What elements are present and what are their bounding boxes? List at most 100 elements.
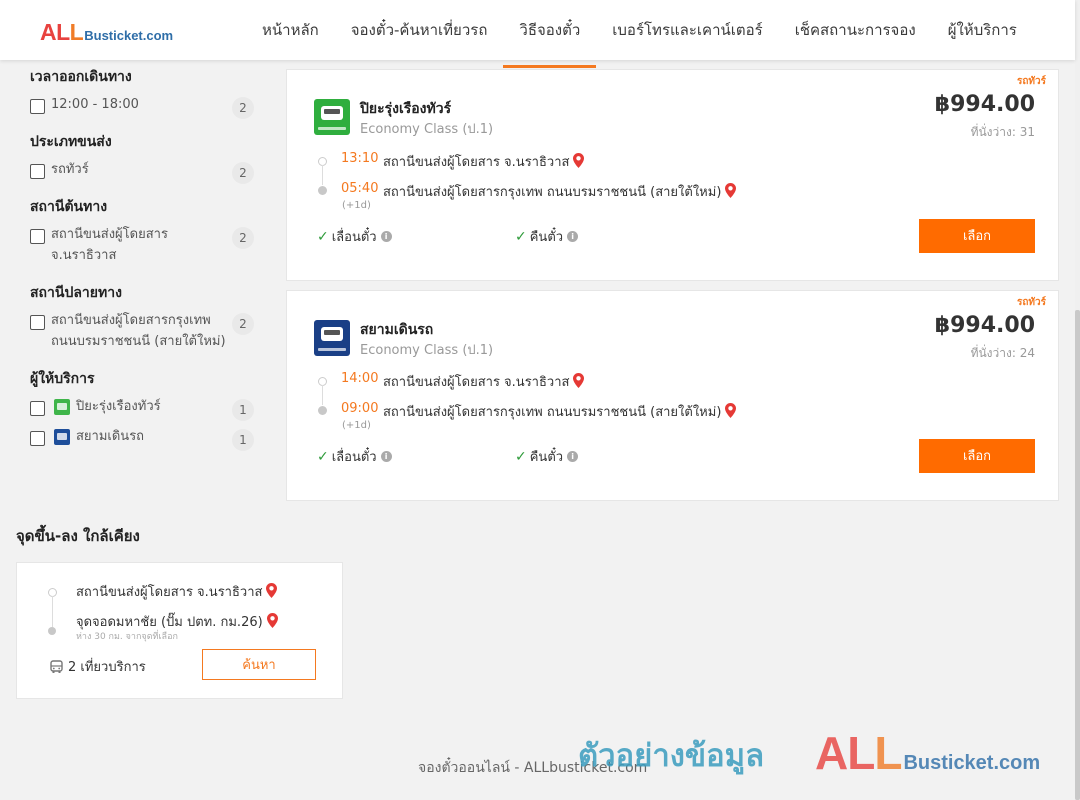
site-logo[interactable]: ALL Busticket.com — [40, 19, 173, 46]
transport-type-tag: รถทัวร์ — [1016, 297, 1046, 308]
check-icon: ✓ — [515, 448, 527, 465]
timeline-destination-dot — [48, 627, 56, 635]
filter-title: ผู้ให้บริการ — [30, 371, 95, 387]
checkbox[interactable] — [30, 431, 45, 446]
departure-station: สถานีขนส่งผู้โดยสาร จ.นราธิวาส — [383, 151, 585, 172]
filter-count-badge: 1 — [232, 429, 254, 451]
nav-home[interactable]: หน้าหลัก — [246, 0, 335, 60]
filter-origin: สถานีต้นทาง สถานีขนส่งผู้โดยสาร จ.นราธิว… — [30, 196, 260, 266]
timeline-line — [322, 385, 323, 405]
feature-label: คืนตั๋ว — [529, 450, 564, 465]
timeline-destination-dot — [318, 186, 327, 195]
map-pin-icon[interactable] — [725, 183, 737, 198]
ticket-price: ฿994.00 — [934, 313, 1035, 338]
checkbox[interactable] — [30, 401, 45, 416]
top-header: ALL Busticket.com หน้าหลัก จองตั๋ว-ค้นหาเ… — [0, 0, 1075, 68]
nearby-stops-panel: สถานีขนส่งผู้โดยสาร จ.นราธิวาส จุดจอดมหา… — [16, 562, 343, 699]
nav-operators[interactable]: ผู้ให้บริการ — [932, 0, 1033, 60]
filter-option[interactable]: สถานีขนส่งผู้โดยสาร จ.นราธิวาส 2 — [30, 227, 260, 266]
arrival-time: 05:40 — [341, 181, 379, 196]
filter-destination: สถานีปลายทาง สถานีขนส่งผู้โดยสารกรุงเทพ … — [30, 282, 260, 352]
filter-departure-time: เวลาออกเดินทาง 12:00 - 18:00 2 — [30, 66, 260, 119]
select-trip-button[interactable]: เลือก — [919, 439, 1035, 473]
filter-option-label: รถทัวร์ — [51, 162, 89, 177]
departure-time: 14:00 — [341, 371, 379, 386]
filter-count-badge: 2 — [232, 227, 254, 249]
trip-card: รถทัวร์ ปิยะรุ่งเรืองทัวร์ Economy Class… — [286, 69, 1059, 281]
filter-sidebar: เวลาออกเดินทาง 12:00 - 18:00 2 ประเภทขนส… — [30, 66, 260, 463]
nav-how-to-book[interactable]: วิธีจองตั๋ว — [503, 0, 597, 68]
departure-station-text: สถานีขนส่งผู้โดยสาร จ.นราธิวาส — [383, 155, 570, 170]
sample-data-watermark: ตัวอย่างข้อมูล — [578, 738, 765, 774]
departure-station: สถานีขนส่งผู้โดยสาร จ.นราธิวาส — [383, 371, 585, 392]
seats-available: ที่นั่งว่าง: 31 — [970, 125, 1035, 139]
nearby-stops-title: จุดขึ้น-ลง ใกล้เคียง — [16, 527, 140, 545]
arrival-station-text: สถานีขนส่งผู้โดยสารกรุงเทพ ถนนบรมราชชนนี… — [383, 405, 722, 420]
filter-option[interactable]: ปิยะรุ่งเรืองทัวร์ 1 — [30, 399, 260, 421]
filter-option-label: สถานีขนส่งผู้โดยสาร จ.นราธิวาส — [51, 227, 168, 263]
watermark-logo-part: AL — [815, 727, 875, 779]
bus-icon — [50, 659, 63, 673]
operator-logo-icon — [314, 320, 350, 356]
select-trip-button[interactable]: เลือก — [919, 219, 1035, 253]
trip-count-label: 2 เที่ยวบริการ — [68, 660, 146, 675]
info-icon[interactable]: i — [380, 451, 392, 462]
filter-count-badge: 2 — [232, 97, 254, 119]
filter-option-label: สถานีขนส่งผู้โดยสารกรุงเทพ ถนนบรมราชชนนี… — [51, 313, 226, 349]
map-pin-icon[interactable] — [573, 373, 585, 388]
feature-label: คืนตั๋ว — [529, 230, 564, 245]
nav-book-search[interactable]: จองตั๋ว-ค้นหาเที่ยวรถ — [335, 0, 504, 60]
next-day-indicator: (+1d) — [342, 200, 371, 211]
checkbox[interactable] — [30, 99, 45, 114]
feature-label: เลื่อนตั๋ว — [331, 230, 377, 245]
map-pin-icon[interactable] — [266, 583, 278, 598]
filter-option[interactable]: รถทัวร์ 2 — [30, 162, 260, 184]
filter-title: เวลาออกเดินทาง — [30, 69, 132, 85]
timeline-destination-dot — [318, 406, 327, 415]
map-pin-icon[interactable] — [266, 613, 278, 628]
watermark-logo-part: L — [874, 727, 902, 779]
info-icon[interactable]: i — [567, 231, 579, 242]
feature-label: เลื่อนตั๋ว — [331, 450, 377, 465]
checkbox[interactable] — [30, 229, 45, 244]
filter-transport-type: ประเภทขนส่ง รถทัวร์ 2 — [30, 131, 260, 184]
seats-available: ที่นั่งว่าง: 24 — [970, 346, 1035, 360]
page-scrollbar[interactable] — [1075, 0, 1080, 800]
scrollbar-thumb[interactable] — [1075, 310, 1080, 800]
nav-phone-counters[interactable]: เบอร์โทรและเคาน์เตอร์ — [596, 0, 778, 60]
filter-count-badge: 2 — [232, 313, 254, 335]
nav-check-booking[interactable]: เช็คสถานะการจอง — [779, 0, 932, 60]
filter-count-badge: 2 — [232, 162, 254, 184]
logo-text: Busticket.com — [84, 28, 174, 43]
operator-logo-icon — [54, 399, 70, 415]
filter-title: ประเภทขนส่ง — [30, 134, 112, 150]
feature-refund: ✓ คืนตั๋ว i — [515, 226, 579, 247]
trip-count: 2 เที่ยวบริการ — [50, 656, 146, 677]
feature-reschedule: ✓ เลื่อนตั๋ว i — [317, 226, 392, 247]
arrival-station: สถานีขนส่งผู้โดยสารกรุงเทพ ถนนบรมราชชนนี… — [383, 401, 737, 422]
filter-title: สถานีต้นทาง — [30, 199, 108, 215]
filter-option[interactable]: สยามเดินรถ 1 — [30, 429, 260, 451]
arrival-time: 09:00 — [341, 401, 379, 416]
info-icon[interactable]: i — [380, 231, 392, 242]
checkbox[interactable] — [30, 164, 45, 179]
check-icon: ✓ — [317, 448, 329, 465]
check-icon: ✓ — [317, 228, 329, 245]
operator-name: ปิยะรุ่งเรืองทัวร์ — [360, 101, 452, 117]
checkbox[interactable] — [30, 315, 45, 330]
bus-class: Economy Class (ป.1) — [360, 122, 494, 137]
filter-option[interactable]: สถานีขนส่งผู้โดยสารกรุงเทพ ถนนบรมราชชนนี… — [30, 313, 260, 352]
main-nav: หน้าหลัก จองตั๋ว-ค้นหาเที่ยวรถ วิธีจองตั… — [246, 0, 1033, 68]
map-pin-icon[interactable] — [725, 403, 737, 418]
map-pin-icon[interactable] — [573, 153, 585, 168]
info-icon[interactable]: i — [567, 451, 579, 462]
timeline-line — [322, 165, 323, 185]
timeline-line — [52, 596, 53, 627]
next-day-indicator: (+1d) — [342, 420, 371, 431]
filter-option[interactable]: 12:00 - 18:00 2 — [30, 97, 260, 119]
operator-logo-icon — [54, 429, 70, 445]
nearby-stop-label: สถานีขนส่งผู้โดยสาร จ.นราธิวาส — [76, 585, 263, 600]
logo-all-part: L — [69, 19, 84, 45]
filter-operator: ผู้ให้บริการ ปิยะรุ่งเรืองทัวร์ 1 สยามเด… — [30, 368, 260, 451]
nearby-search-button[interactable]: ค้นหา — [202, 649, 316, 680]
